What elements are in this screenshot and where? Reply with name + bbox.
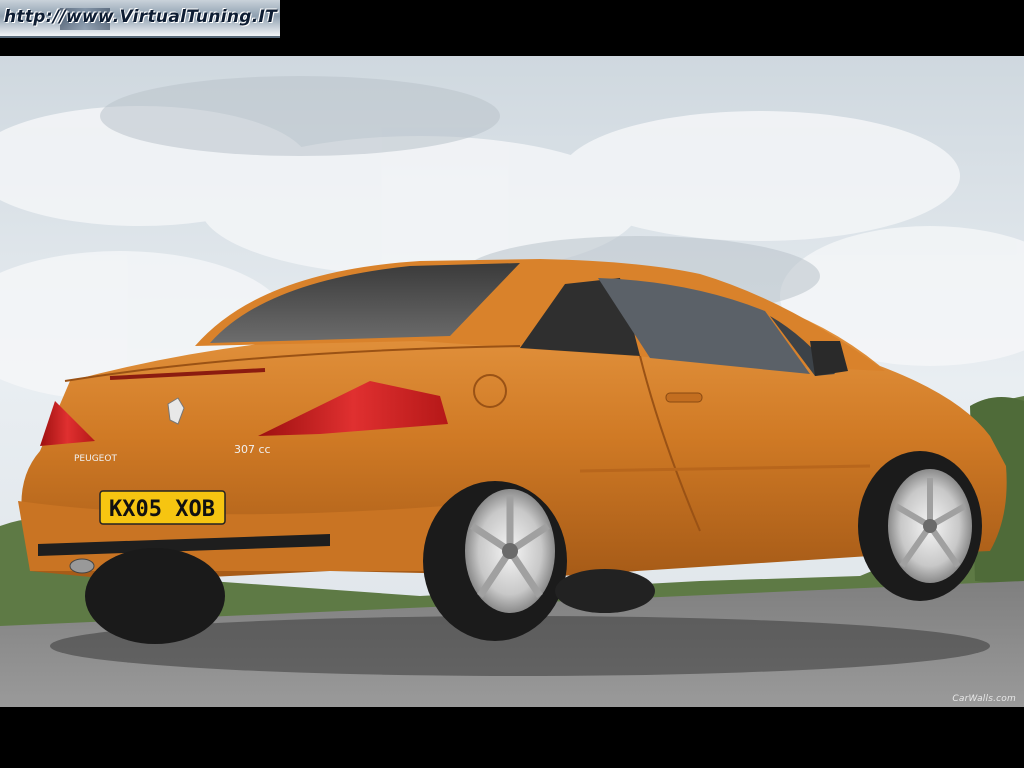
watermark: CarWalls.com — [952, 694, 1016, 704]
exhaust-tip — [69, 558, 95, 574]
model-badge: 307 cc — [234, 443, 271, 456]
rear-wheel-right — [423, 481, 567, 641]
banner-url: http://www.VirtualTuning.IT — [4, 7, 278, 27]
license-plate-number: KX05 XOB — [109, 497, 215, 522]
front-wheel — [858, 451, 982, 601]
rear-wheel-left — [85, 548, 225, 644]
door-handle — [665, 392, 703, 403]
car-photo: PEUGEOT 307 cc KX05 XOB — [0, 56, 1024, 707]
site-banner: http://www.VirtualTuning.IT — [0, 0, 280, 38]
brand-badge: PEUGEOT — [74, 454, 117, 464]
